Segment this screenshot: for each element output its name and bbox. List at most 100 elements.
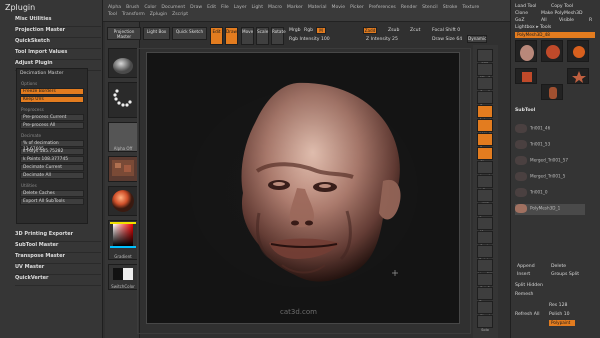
menu-stroke[interactable]: Stroke: [443, 4, 458, 11]
plugin-subtool-master[interactable]: SubTool Master: [15, 242, 101, 253]
tool-thumb-polymesh1[interactable]: [567, 68, 589, 84]
view-floor-button[interactable]: Floor: [477, 147, 493, 164]
rotate-button[interactable]: Rotate: [271, 27, 286, 45]
view-line-fill-button[interactable]: Line Fill: [477, 259, 493, 276]
clone-button[interactable]: Clone: [515, 11, 528, 16]
menu-picker[interactable]: Picker: [350, 4, 364, 11]
subtool-item[interactable]: Merged_Tri001_5: [515, 172, 585, 183]
load-tool-button[interactable]: Load Tool: [515, 4, 536, 9]
menu-texture[interactable]: Texture: [462, 4, 479, 11]
subtool-item[interactable]: Merged_Tri001_57: [515, 156, 585, 167]
focal-shift-slider[interactable]: Focal Shift 0: [432, 28, 460, 33]
view-solo-button[interactable]: Solo: [477, 315, 493, 332]
goz-button[interactable]: GoZ: [515, 18, 525, 23]
kpoints-slider[interactable]: k Points 108.377745: [20, 156, 84, 163]
decimate-current-button[interactable]: Decimate Current: [20, 164, 84, 171]
keep-uvs-button[interactable]: Keep UVs: [20, 96, 84, 103]
freeze-borders-button[interactable]: Freeze Borders: [20, 88, 84, 95]
view-zoom-button[interactable]: Zoom: [477, 91, 493, 108]
brush-slot[interactable]: [108, 48, 138, 78]
move-button[interactable]: Move: [241, 27, 254, 45]
plugin-misc-utilities[interactable]: Misc Utilities: [15, 16, 101, 27]
decimation-title[interactable]: Decimation Master: [17, 69, 87, 78]
quick-sketch-button[interactable]: Quick Sketch: [172, 27, 207, 40]
decimate-all-button[interactable]: Decimate All: [20, 172, 84, 179]
scale-button[interactable]: Scale: [256, 27, 269, 45]
viewport-canvas[interactable]: [146, 52, 460, 324]
draw-size-slider[interactable]: Draw Size 64: [432, 37, 462, 42]
remesh-button[interactable]: Remesh: [515, 292, 533, 297]
lightbox-tools-button[interactable]: Lightbox ▸ Tools: [515, 25, 551, 30]
menu-zplugin[interactable]: Zplugin: [150, 11, 167, 18]
dynamic-toggle[interactable]: Dynamic: [467, 35, 487, 43]
make-polymesh-button[interactable]: Make PolyMesh3D: [541, 11, 583, 16]
refresh-all-button[interactable]: Refresh All: [515, 312, 540, 317]
view-frame-button[interactable]: Frame: [477, 203, 493, 220]
preprocess-all-button[interactable]: Pre-process All: [20, 122, 84, 129]
view-transp-button[interactable]: Transp: [477, 287, 493, 304]
zsub-toggle[interactable]: Zsub: [388, 28, 399, 33]
subtool-item[interactable]: Tri001_46: [515, 124, 585, 135]
subtool-title[interactable]: SubTool: [515, 108, 535, 113]
menu-preferences[interactable]: Preferences: [369, 4, 396, 11]
view-l-sym-button[interactable]: L.Sym: [477, 175, 493, 192]
mrgb-toggle[interactable]: Mrgb: [289, 28, 301, 33]
menu-brush[interactable]: Brush: [126, 4, 139, 11]
r-button[interactable]: R: [589, 18, 592, 23]
tool-thumb-simplebrush[interactable]: [567, 40, 589, 62]
delete-caches-button[interactable]: Delete Caches: [20, 190, 84, 197]
visible-button[interactable]: Visible: [559, 18, 574, 23]
plugin-projection-master[interactable]: Projection Master: [15, 27, 101, 38]
menu-color[interactable]: Color: [144, 4, 156, 11]
alpha-slot[interactable]: Alpha Off: [108, 122, 138, 152]
tool-thumb-cube[interactable]: [515, 68, 537, 84]
material-slot[interactable]: [108, 186, 138, 216]
menu-light[interactable]: Light: [252, 4, 263, 11]
z-intensity-slider[interactable]: Z Intensity 25: [366, 37, 398, 42]
append-button[interactable]: Append: [517, 264, 535, 269]
export-all-subtools-button[interactable]: Export All SubTools: [20, 198, 84, 205]
view-polyf-button[interactable]: PolyF: [477, 273, 493, 290]
menu-document[interactable]: Document: [161, 4, 185, 11]
stroke-slot[interactable]: [108, 82, 138, 118]
view-scale-button[interactable]: Scale: [477, 231, 493, 248]
insert-button[interactable]: Insert: [517, 272, 530, 277]
menu-layer[interactable]: Layer: [234, 4, 247, 11]
view-persp-button[interactable]: Persp: [477, 133, 493, 150]
menu-movie[interactable]: Movie: [331, 4, 345, 11]
menu-tool[interactable]: Tool: [108, 11, 117, 18]
texture-slot[interactable]: [108, 156, 138, 182]
polish-slider[interactable]: Polish 10: [549, 312, 570, 317]
m-toggle[interactable]: M: [316, 27, 326, 34]
plugin-transpose-master[interactable]: Transpose Master: [15, 253, 101, 264]
menu-draw[interactable]: Draw: [190, 4, 202, 11]
rgb-toggle[interactable]: Rgb: [304, 28, 313, 33]
menu-transform[interactable]: Transform: [122, 11, 145, 18]
res-slider[interactable]: Res 128: [549, 303, 567, 308]
panel-title[interactable]: Zplugin: [5, 3, 35, 12]
rgb-intensity-slider[interactable]: Rgb Intensity 100: [289, 37, 330, 42]
subtool-item-selected[interactable]: PolyMesh3D_1: [515, 204, 585, 215]
view-ghost-button[interactable]: Ghost: [477, 301, 493, 318]
plugin-uv-master[interactable]: UV Master: [15, 264, 101, 275]
menu-stencil[interactable]: Stencil: [422, 4, 438, 11]
decimation-percent-slider[interactable]: % of decimation 12.67605: [20, 140, 84, 152]
plugin-3d-printing-exporter[interactable]: 3D Printing Exporter: [15, 231, 101, 242]
view-bpr-button[interactable]: BPR: [477, 49, 493, 66]
preprocess-current-button[interactable]: Pre-process Current: [20, 114, 84, 121]
menu-edit[interactable]: Edit: [207, 4, 216, 11]
menu-macro[interactable]: Macro: [268, 4, 282, 11]
draw-button[interactable]: Draw: [225, 27, 238, 45]
plugin-tool-import-values[interactable]: Tool Import Values: [15, 49, 101, 60]
tool-thumb-cylinder[interactable]: [541, 84, 563, 100]
plugin-quickverter[interactable]: QuickVerter: [15, 275, 101, 286]
view-aahalf-button[interactable]: AAHalf: [477, 119, 493, 136]
menu-marker[interactable]: Marker: [287, 4, 303, 11]
zadd-toggle[interactable]: Zadd: [363, 27, 377, 34]
kpolys-slider[interactable]: k Polys 185.75282: [20, 148, 84, 155]
view-scroll-button[interactable]: Scroll: [477, 77, 493, 94]
all-button[interactable]: All: [541, 18, 547, 23]
menu-zscript[interactable]: Zscript: [172, 11, 188, 18]
menu-material[interactable]: Material: [308, 4, 327, 11]
copy-tool-button[interactable]: Copy Tool: [551, 4, 573, 9]
